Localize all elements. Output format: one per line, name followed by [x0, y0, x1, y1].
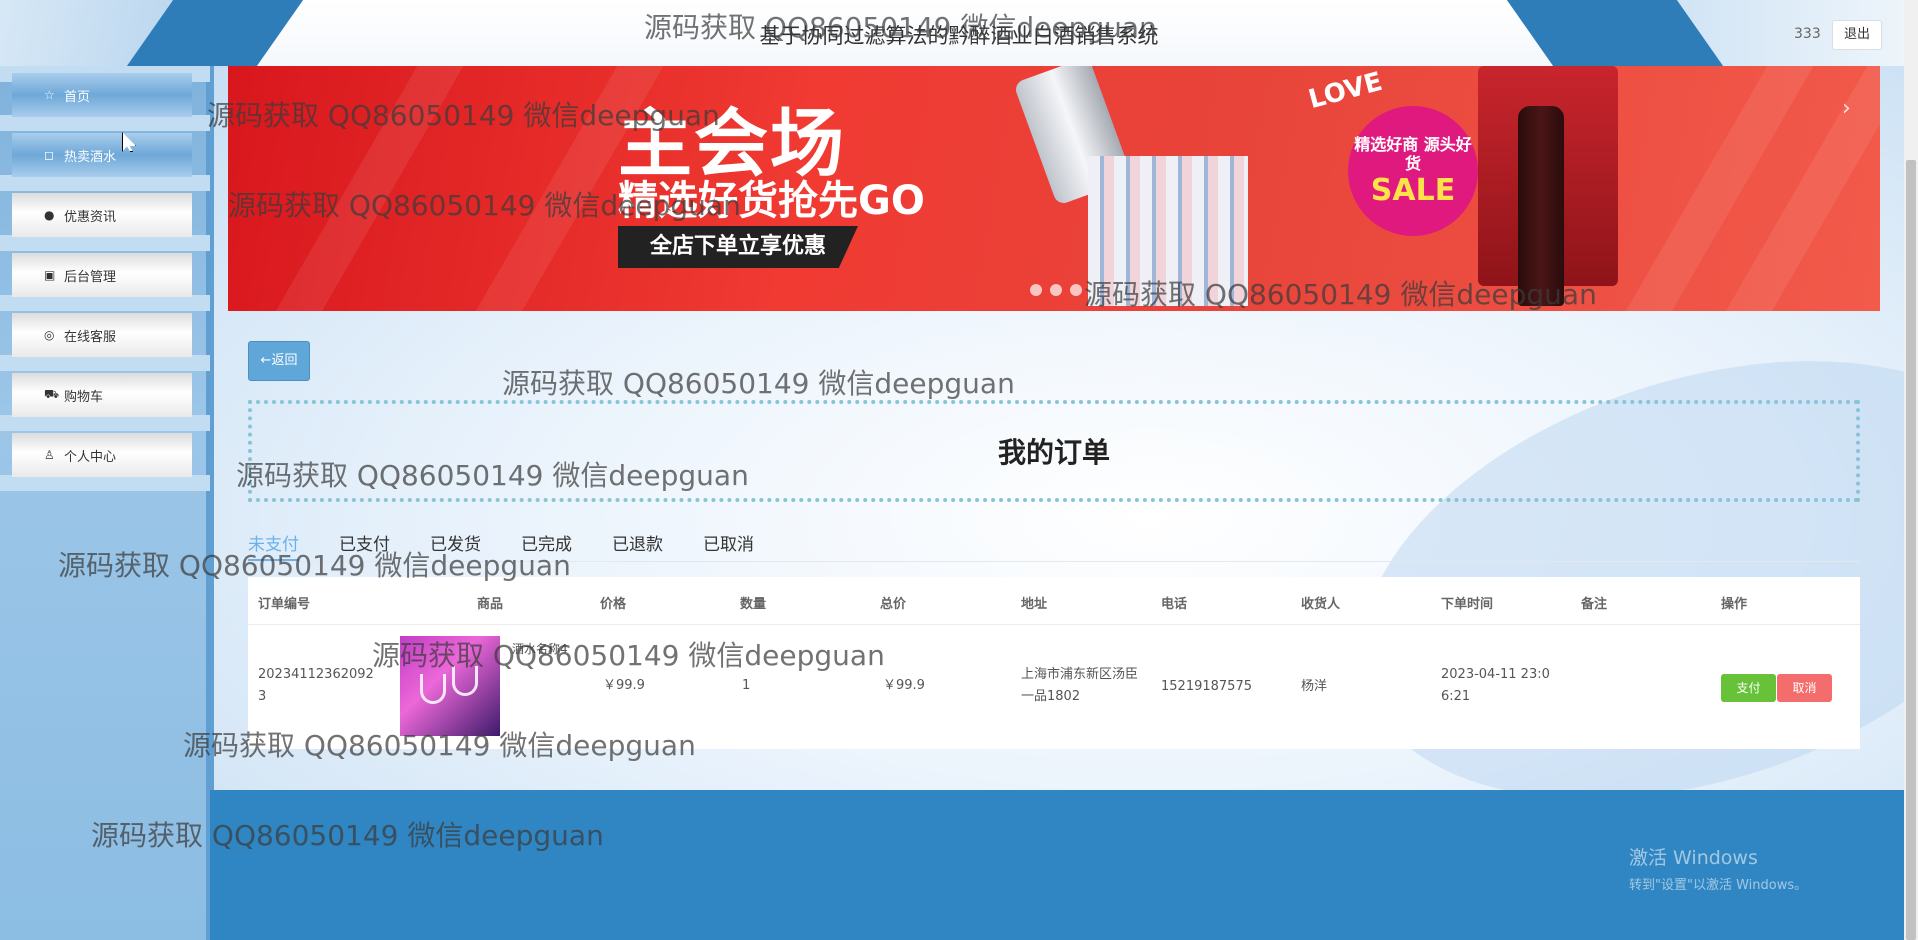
sidebar-band: [0, 115, 210, 131]
column-header: 订单编号: [258, 597, 311, 612]
total-price: ￥99.9: [883, 678, 925, 693]
sidebar-item-hot-drinks[interactable]: ◻ 热卖酒水: [12, 133, 192, 177]
sidebar-item-label: 优惠资讯: [64, 209, 117, 225]
table-header-row: 订单编号 商品 价格 数量 总价 地址 电话 收货人 下单时间 备注 操作: [248, 577, 1860, 625]
watermark-text: 源码获取 QQ86050149 微信deepguan: [372, 639, 885, 672]
column-header: 收货人: [1301, 597, 1341, 612]
scrollbar-thumb[interactable]: [1906, 160, 1916, 940]
sidebar-item-label: 后台管理: [64, 269, 117, 285]
sidebar-band: [0, 475, 210, 491]
sidebar-item-support[interactable]: ◎ 在线客服: [12, 313, 192, 357]
sidebar-band: [0, 295, 210, 311]
home-icon: ☆: [44, 88, 55, 102]
price: ￥99.9: [603, 678, 645, 693]
watermark-text: 源码获取 QQ86050149 微信deepguan: [58, 549, 571, 582]
watermark-text: 源码获取 QQ86050149 微信deepguan: [1084, 278, 1597, 311]
banner-sale-badge: 精选好商 源头好货 SALE: [1348, 106, 1478, 236]
glass-shape: [420, 674, 446, 704]
headset-icon: ◎: [44, 328, 55, 342]
sidebar-item-label: 在线客服: [64, 329, 117, 345]
phone: 15219187575: [1161, 679, 1252, 694]
watermark-text: 源码获取 QQ86050149 微信deepguan: [502, 367, 1015, 400]
user-icon: ♙: [44, 448, 55, 462]
tab-cancelled[interactable]: 已取消: [703, 530, 754, 561]
watermark-text: 源码获取 QQ86050149 微信deepguan: [228, 189, 741, 222]
back-button[interactable]: ←返回: [248, 341, 310, 381]
address: 上海市浦东新区汤臣一品1802: [1021, 667, 1139, 704]
logout-button[interactable]: 退出: [1832, 20, 1882, 50]
carousel-dot[interactable]: [1030, 284, 1042, 296]
watermark-text: 源码获取 QQ86050149 微信deepguan: [91, 819, 604, 852]
watermark-text: 源码获取 QQ86050149 微信deepguan: [236, 459, 749, 492]
sidebar-item-promotions[interactable]: ● 优惠资讯: [12, 193, 192, 237]
column-header: 数量: [740, 597, 767, 612]
column-header: 下单时间: [1441, 597, 1494, 612]
column-header: 操作: [1721, 597, 1748, 612]
watermark-text: 源码获取 QQ86050149 微信deepguan: [644, 11, 1157, 44]
carousel-dot[interactable]: [1070, 284, 1082, 296]
pay-button[interactable]: 支付: [1721, 674, 1776, 702]
activation-line-1: 激活 Windows: [1629, 847, 1758, 869]
column-header: 地址: [1021, 597, 1048, 612]
carousel-dot[interactable]: [1050, 284, 1062, 296]
column-header: 总价: [880, 597, 907, 612]
banner-tag: 全店下单立享优惠: [618, 226, 858, 268]
column-header: 电话: [1161, 597, 1188, 612]
sidebar-item-cart[interactable]: ⛟ 购物车: [12, 373, 192, 417]
windows-activation-notice: 激活 Windows 转到"设置"以激活 Windows。: [1629, 843, 1807, 893]
order-number: 20234112362092 3: [258, 667, 374, 704]
quantity: 1: [742, 678, 751, 693]
sidebar-band: [0, 355, 210, 371]
tab-refunded[interactable]: 已退款: [612, 530, 663, 561]
order-time: 2023-04-11 23:06:21: [1441, 667, 1550, 704]
column-header: 价格: [600, 597, 627, 612]
sidebar-item-admin[interactable]: ▣ 后台管理: [12, 253, 192, 297]
cancel-button[interactable]: 取消: [1777, 674, 1832, 702]
sidebar-item-label: 购物车: [64, 389, 104, 405]
cart-icon: ⛟: [44, 387, 60, 401]
sidebar-band: [0, 175, 210, 191]
sidebar-item-home[interactable]: ☆ 首页: [12, 73, 192, 117]
sale-badge-text: SALE: [1370, 172, 1456, 208]
page-title: 我的订单: [997, 436, 1110, 469]
sidebar-item-label: 热卖酒水: [64, 149, 117, 165]
info-icon: ●: [44, 208, 55, 222]
briefcase-icon: ▣: [44, 268, 56, 282]
sidebar-band: [0, 415, 210, 431]
sidebar-item-label: 首页: [64, 89, 91, 105]
watermark-text: 源码获取 QQ86050149 微信deepguan: [183, 729, 696, 762]
sidebar-item-profile[interactable]: ♙ 个人中心: [12, 433, 192, 477]
sale-badge-top: 精选好商 源头好货: [1354, 134, 1472, 173]
receiver: 杨洋: [1301, 679, 1328, 694]
column-header: 商品: [477, 597, 504, 612]
chevron-right-icon[interactable]: ›: [1842, 96, 1851, 121]
banner-love-text: LOVE: [1305, 66, 1386, 116]
sidebar-item-label: 个人中心: [64, 449, 117, 465]
column-header: 备注: [1581, 597, 1608, 612]
sidebar-band: [0, 235, 210, 251]
bag-icon: ◻: [44, 148, 54, 162]
watermark-text: 源码获取 QQ86050149 微信deepguan: [207, 99, 720, 132]
activation-line-2: 转到"设置"以激活 Windows。: [1629, 878, 1808, 893]
username[interactable]: 333: [1794, 26, 1821, 42]
